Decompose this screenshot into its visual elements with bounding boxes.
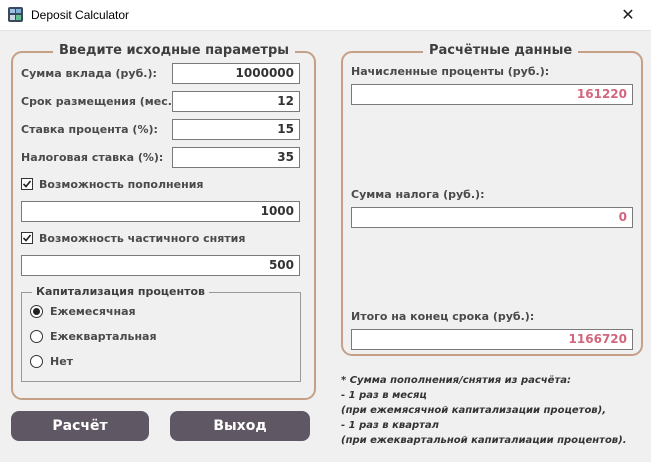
term-label: Срок размещения (мес.): xyxy=(21,95,182,108)
radio-quarterly-label: Ежеквартальная xyxy=(50,330,157,343)
replenish-label: Возможность пополнения xyxy=(39,178,204,191)
window-title: Deposit Calculator xyxy=(31,8,130,22)
calculation-note: * Сумма пополнения/снятия из расчёта: - … xyxy=(341,373,627,448)
input-group-title: Введите исходные параметры xyxy=(53,42,296,60)
withdraw-amount-input[interactable]: 500 xyxy=(21,255,300,276)
tax-rate-input[interactable]: 35 xyxy=(172,147,300,168)
tax-rate-label: Налоговая ставка (%): xyxy=(21,151,164,164)
note-line: (при ежеквартальной капиталиации процент… xyxy=(341,435,627,446)
calculator-icon xyxy=(8,7,23,22)
note-line: - 1 раз в месяц xyxy=(341,390,427,401)
checkmark-icon xyxy=(22,234,32,242)
radio-none-label: Нет xyxy=(50,355,74,368)
note-line: - 1 раз в квартал xyxy=(341,420,439,431)
results-group-title: Расчётные данные xyxy=(423,42,579,60)
radio-monthly[interactable] xyxy=(30,305,43,318)
close-button[interactable]: ✕ xyxy=(605,0,651,30)
tax-amount-label: Сумма налога (руб.): xyxy=(351,188,485,201)
calculate-button[interactable]: Расчёт xyxy=(11,411,149,441)
total-amount-output: 1166720 xyxy=(351,329,633,350)
radio-monthly-label: Ежемесячная xyxy=(50,305,136,318)
radio-none[interactable] xyxy=(30,355,43,368)
deposit-amount-input[interactable]: 1000000 xyxy=(172,63,300,84)
checkmark-icon xyxy=(22,180,32,188)
total-amount-label: Итого на конец срока (руб.): xyxy=(351,310,535,323)
note-line: * Сумма пополнения/снятия из расчёта: xyxy=(341,375,571,386)
accrued-interest-output: 161220 xyxy=(351,84,633,105)
title-bar: Deposit Calculator ✕ xyxy=(0,0,651,31)
deposit-amount-label: Сумма вклада (руб.): xyxy=(21,67,157,80)
radio-quarterly[interactable] xyxy=(30,330,43,343)
interest-rate-input[interactable]: 15 xyxy=(172,119,300,140)
replenish-checkbox[interactable] xyxy=(21,178,33,190)
radio-selected-dot xyxy=(33,308,40,315)
capitalization-title: Капитализация процентов xyxy=(32,285,209,299)
note-line: (при ежемясячной капитализации процетов)… xyxy=(341,405,607,416)
tax-amount-output: 0 xyxy=(351,207,633,228)
term-input[interactable]: 12 xyxy=(172,91,300,112)
withdraw-label: Возможность частичного снятия xyxy=(39,232,246,245)
exit-button[interactable]: Выход xyxy=(170,411,310,441)
accrued-interest-label: Начисленные проценты (руб.): xyxy=(351,65,550,78)
withdraw-checkbox[interactable] xyxy=(21,232,33,244)
interest-rate-label: Ставка процента (%): xyxy=(21,123,158,136)
replenish-amount-input[interactable]: 1000 xyxy=(21,201,300,222)
